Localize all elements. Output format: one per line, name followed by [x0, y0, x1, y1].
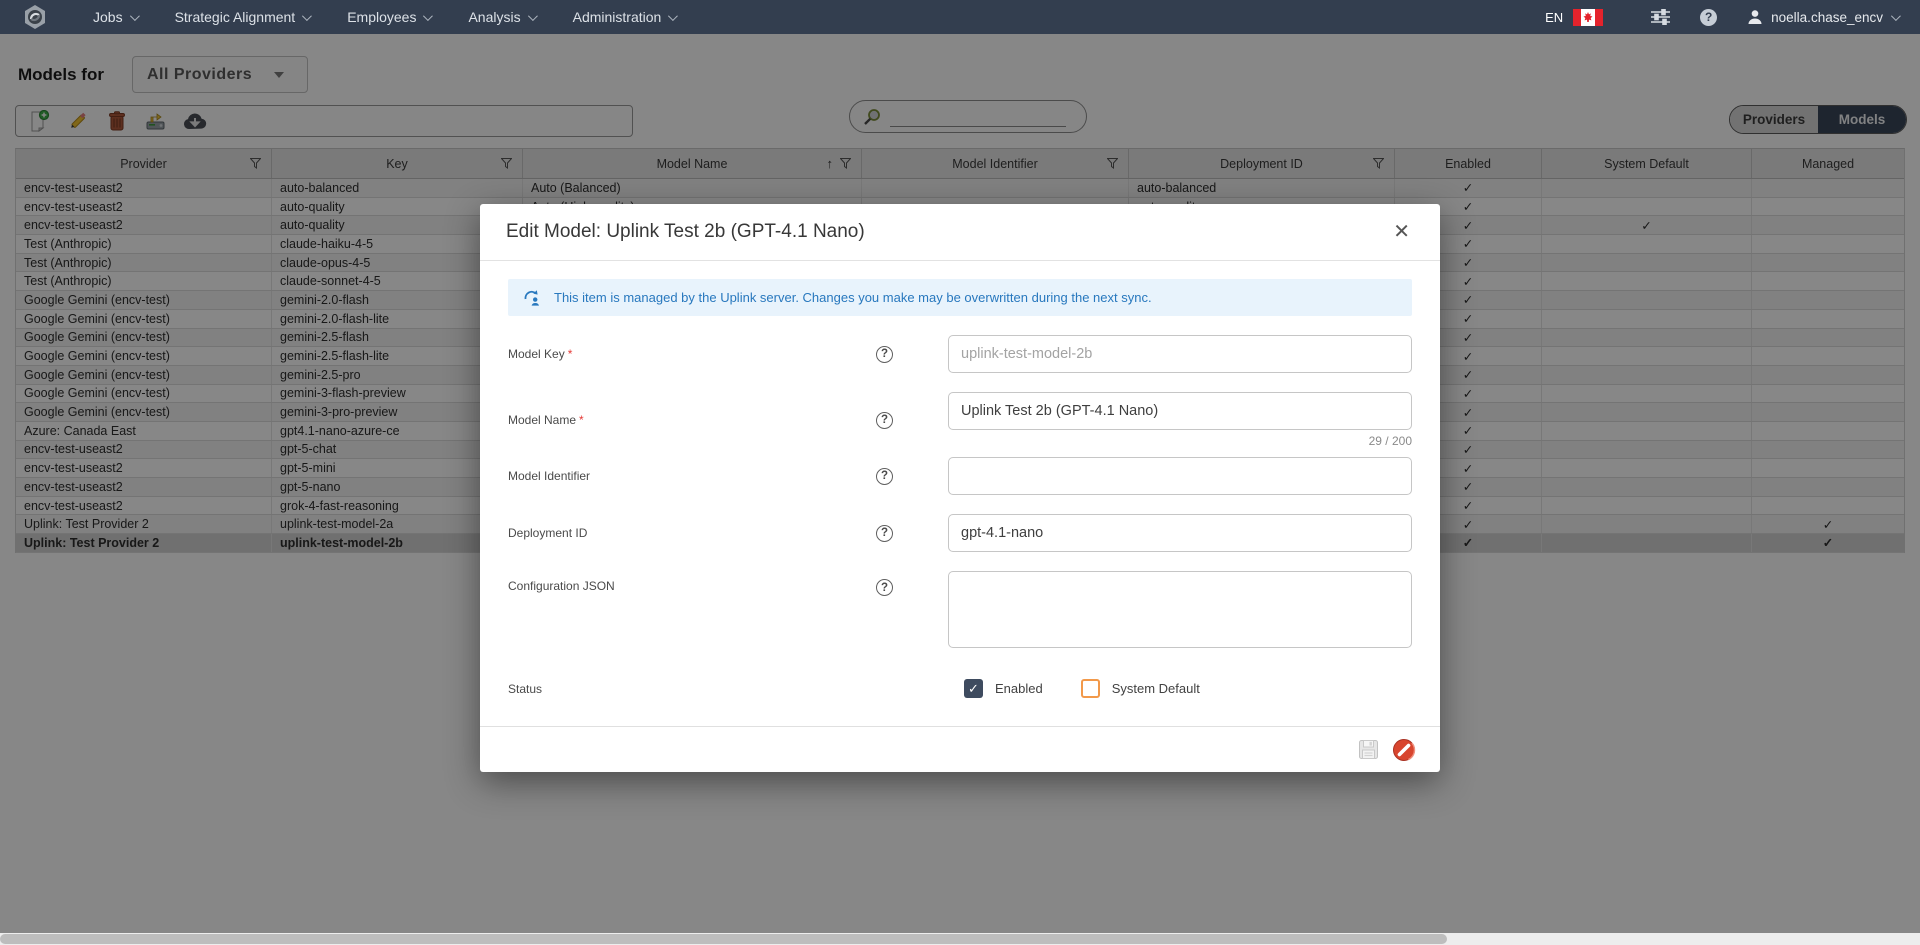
nav-item-analysis[interactable]: Analysis [449, 0, 553, 34]
help-icon[interactable]: ? [1700, 9, 1717, 26]
username-label: noella.chase_encv [1771, 10, 1883, 25]
required-mark: * [579, 413, 584, 427]
chevron-down-icon [302, 11, 312, 21]
char-counter: 29 / 200 [948, 434, 1412, 448]
top-nav: Jobs Strategic Alignment Employees Analy… [0, 0, 1920, 34]
nav-item-employees[interactable]: Employees [328, 0, 449, 34]
canada-flag-icon[interactable] [1573, 9, 1603, 26]
required-mark: * [568, 347, 573, 361]
uplink-sync-icon [522, 288, 541, 307]
managed-info-banner: This item is managed by the Uplink serve… [508, 279, 1412, 316]
help-icon[interactable]: ? [876, 346, 893, 363]
model-key-input [948, 335, 1412, 373]
status-label: Status [508, 682, 876, 696]
nav-item-label: Employees [347, 9, 416, 25]
app-logo-icon[interactable] [24, 5, 46, 29]
nav-menu: Jobs Strategic Alignment Employees Analy… [74, 0, 694, 34]
help-icon[interactable]: ? [876, 412, 893, 429]
chevron-down-icon [130, 11, 140, 21]
nav-item-jobs[interactable]: Jobs [74, 0, 156, 34]
save-button [1358, 739, 1379, 760]
model-name-label: Model Name [508, 413, 576, 427]
deployment-id-input[interactable] [948, 514, 1412, 552]
configuration-json-input[interactable] [948, 571, 1412, 648]
field-row-model-identifier: Model Identifier ? [508, 457, 1412, 495]
enabled-checkbox[interactable]: ✓ [964, 679, 983, 698]
cancel-button[interactable] [1392, 738, 1416, 762]
user-icon [1747, 9, 1763, 25]
help-icon[interactable]: ? [876, 579, 893, 596]
model-key-label: Model Key [508, 347, 565, 361]
dialog-body: This item is managed by the Uplink serve… [480, 261, 1440, 714]
model-identifier-input[interactable] [948, 457, 1412, 495]
chevron-down-icon [1891, 11, 1901, 21]
chevron-down-icon [528, 11, 538, 21]
nav-right: EN ? [1545, 9, 1898, 26]
save-floppy-icon [1358, 739, 1379, 760]
enabled-checkbox-label: Enabled [995, 681, 1043, 696]
preferences-sliders-icon[interactable] [1651, 9, 1670, 25]
field-row-status: Status ✓ Enabled System Default [508, 679, 1412, 698]
horizontal-scrollbar[interactable] [0, 933, 1920, 945]
field-row-deployment-id: Deployment ID ? [508, 514, 1412, 552]
dialog-title: Edit Model: Uplink Test 2b (GPT-4.1 Nano… [506, 221, 865, 243]
chevron-down-icon [423, 11, 433, 21]
managed-info-text: This item is managed by the Uplink serve… [554, 290, 1152, 305]
user-menu[interactable]: noella.chase_encv [1747, 9, 1898, 25]
edit-model-dialog: Edit Model: Uplink Test 2b (GPT-4.1 Nano… [480, 204, 1440, 772]
language-label[interactable]: EN [1545, 10, 1563, 25]
deployment-id-label: Deployment ID [508, 526, 876, 540]
model-name-input[interactable] [948, 392, 1412, 430]
help-icon[interactable]: ? [876, 468, 893, 485]
nav-item-strategic-alignment[interactable]: Strategic Alignment [156, 0, 329, 34]
system-default-checkbox[interactable] [1081, 679, 1100, 698]
nav-item-administration[interactable]: Administration [554, 0, 695, 34]
system-default-checkbox-label: System Default [1112, 681, 1200, 696]
nav-item-label: Strategic Alignment [175, 9, 296, 25]
scrollbar-thumb[interactable] [0, 934, 1447, 944]
configuration-json-label: Configuration JSON [508, 579, 876, 593]
close-icon[interactable]: ✕ [1389, 218, 1414, 246]
nav-item-label: Administration [573, 9, 662, 25]
help-icon[interactable]: ? [876, 525, 893, 542]
nav-item-label: Analysis [468, 9, 520, 25]
field-row-model-key: Model Key* ? [508, 335, 1412, 373]
cancel-icon [1392, 738, 1416, 762]
dialog-footer [480, 726, 1440, 772]
field-row-model-name: Model Name* ? 29 / 200 [508, 392, 1412, 448]
app-root: Jobs Strategic Alignment Employees Analy… [0, 0, 1920, 945]
chevron-down-icon [668, 11, 678, 21]
nav-item-label: Jobs [93, 9, 123, 25]
dialog-header: Edit Model: Uplink Test 2b (GPT-4.1 Nano… [480, 204, 1440, 261]
field-row-configuration-json: Configuration JSON ? [508, 571, 1412, 653]
model-identifier-label: Model Identifier [508, 469, 876, 483]
